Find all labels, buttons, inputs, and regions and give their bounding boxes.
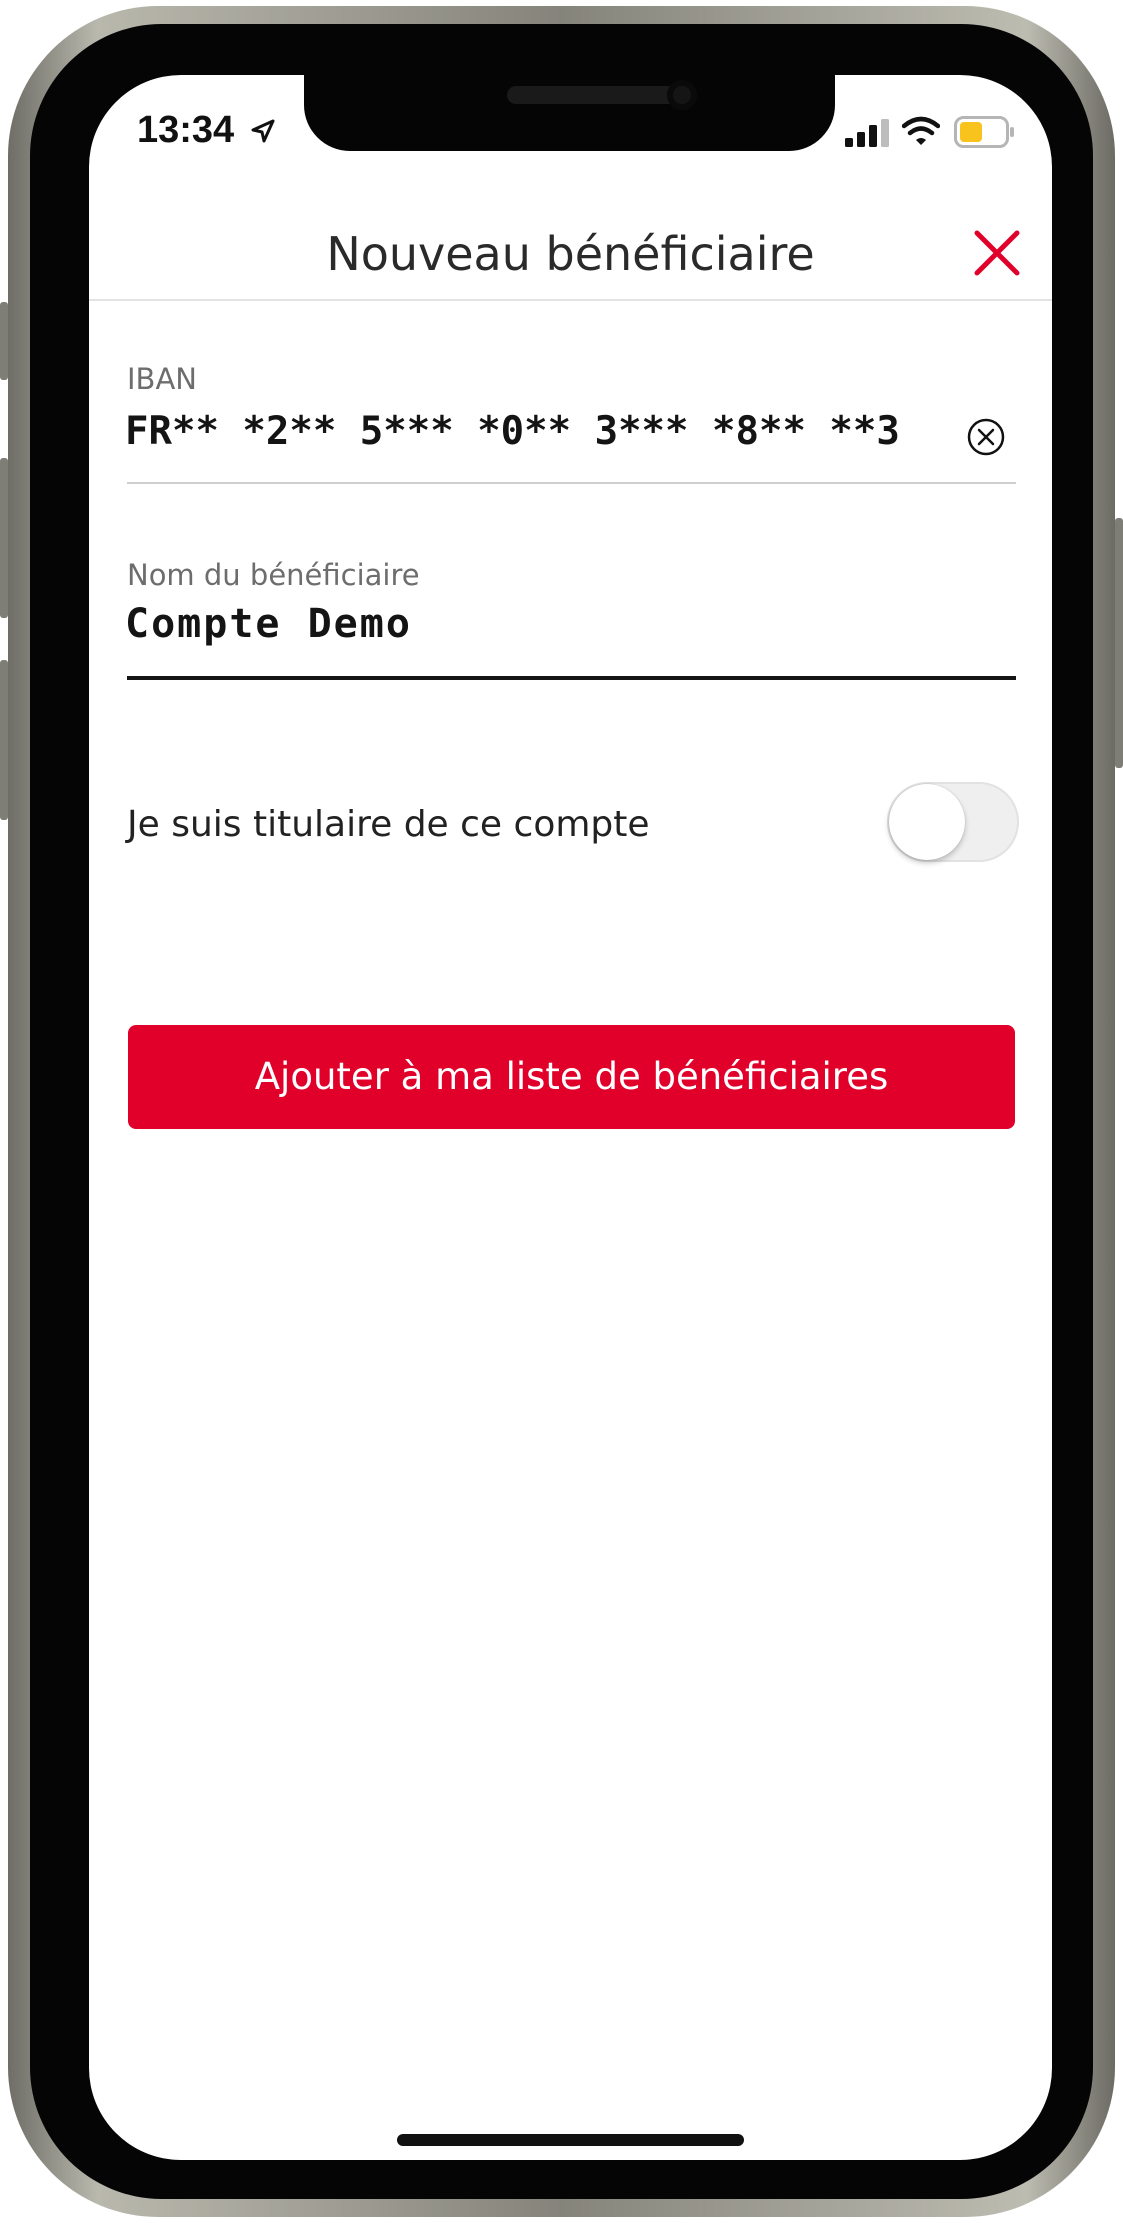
navigation-header: Nouveau bénéficiaire xyxy=(89,205,1052,301)
page-title: Nouveau bénéficiaire xyxy=(326,227,815,281)
location-arrow-icon xyxy=(251,119,275,143)
battery-icon xyxy=(954,116,1014,148)
toggle-knob xyxy=(889,784,965,860)
volume-down-button xyxy=(0,660,8,820)
wifi-icon xyxy=(902,116,940,145)
iban-underline xyxy=(127,482,1016,484)
cellular-signal-icon xyxy=(845,119,889,147)
iban-input[interactable]: FR** *2** 5*** *0** 3*** *8** **3 xyxy=(125,409,900,454)
phone-frame: 13:34 Nouveau bénéficiaire IBAN FR** *2*… xyxy=(0,6,1123,2217)
mute-switch xyxy=(0,302,8,380)
close-icon[interactable] xyxy=(969,225,1025,281)
front-camera xyxy=(667,80,697,110)
screen: 13:34 Nouveau bénéficiaire IBAN FR** *2*… xyxy=(89,75,1052,2160)
iban-label: IBAN xyxy=(127,362,197,396)
owner-toggle-label: Je suis titulaire de ce compte xyxy=(127,804,650,845)
notch xyxy=(304,75,835,151)
power-button xyxy=(1115,518,1123,768)
beneficiary-name-underline xyxy=(127,676,1016,680)
volume-up-button xyxy=(0,458,8,618)
status-time: 13:34 xyxy=(137,109,235,151)
earpiece-speaker xyxy=(507,86,687,104)
add-beneficiary-button[interactable]: Ajouter à ma liste de bénéficiaires xyxy=(128,1025,1015,1129)
home-indicator[interactable] xyxy=(397,2134,744,2146)
beneficiary-name-label: Nom du bénéficiaire xyxy=(127,558,420,592)
owner-toggle[interactable] xyxy=(887,782,1019,862)
beneficiary-name-input[interactable]: Compte Demo xyxy=(125,601,412,647)
clear-circle-x-icon[interactable] xyxy=(966,417,1006,457)
